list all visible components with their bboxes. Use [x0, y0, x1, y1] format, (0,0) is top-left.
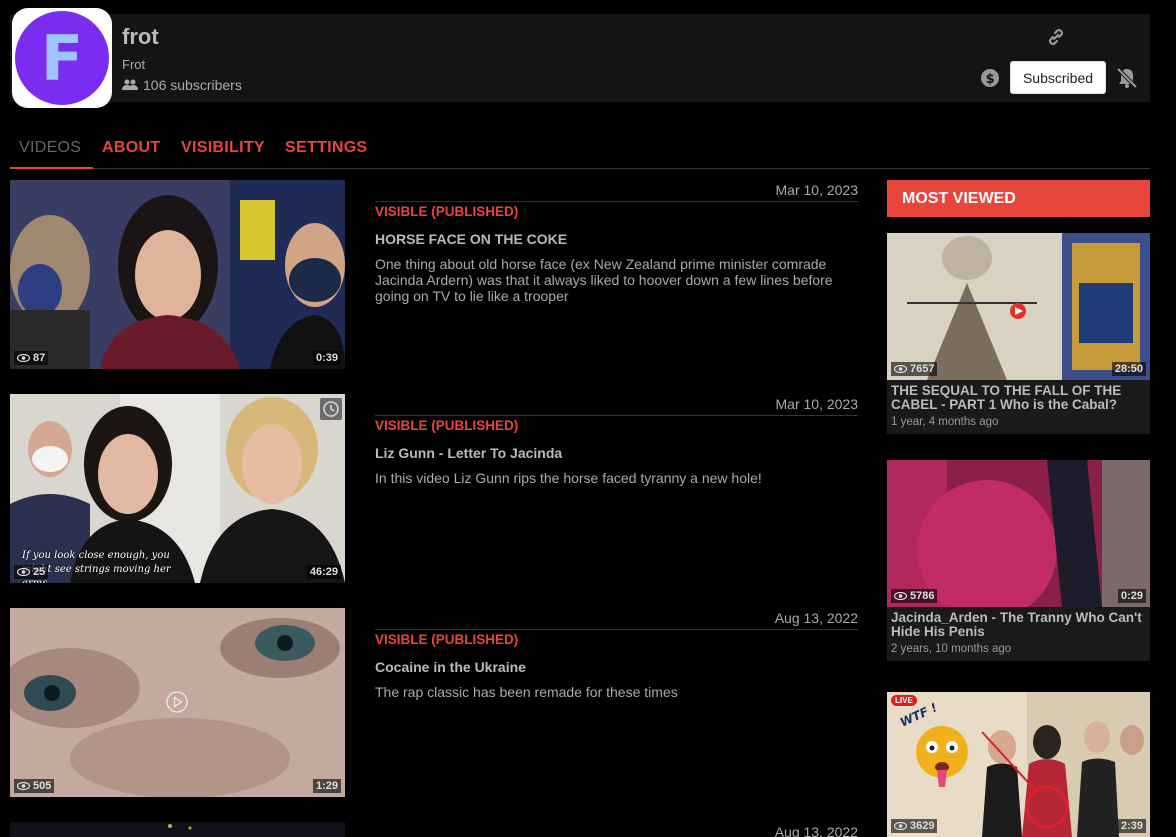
most-viewed-thumbnail[interactable]: 5786 0:29: [887, 460, 1150, 607]
divider: [375, 629, 858, 630]
most-viewed-title[interactable]: THE SEQUAL TO THE FALL OF THE CABEL - PA…: [887, 380, 1150, 412]
view-count-text: 3629: [910, 820, 935, 832]
view-count: 3629: [891, 819, 938, 833]
most-viewed-item[interactable]: 7657 28:50 THE SEQUAL TO THE FALL OF THE…: [887, 233, 1150, 434]
eye-icon: [17, 782, 30, 790]
visibility-status: VISIBLE (PUBLISHED): [375, 632, 519, 647]
video-title[interactable]: HORSE FACE ON THE COKE: [375, 231, 567, 247]
eye-icon: [894, 592, 907, 600]
play-icon[interactable]: [165, 690, 189, 714]
video-duration: 0:29: [1117, 589, 1146, 603]
view-count: 7657: [891, 362, 938, 376]
subscribe-button[interactable]: Subscribed: [1010, 61, 1106, 94]
video-row: 87 0:39 Mar 10, 2023 VISIBLE (PUBLISHED)…: [10, 180, 858, 370]
divider: [375, 415, 858, 416]
most-viewed-thumbnail[interactable]: LIVE WTF ! 3629 2:39: [887, 692, 1150, 837]
subscriber-count: 106 subscribers: [122, 77, 242, 93]
live-badge: LIVE: [891, 695, 917, 706]
most-viewed-title[interactable]: Jacinda_Arden - The Tranny Who Can't Hid…: [887, 607, 1150, 639]
visibility-status: VISIBLE (PUBLISHED): [375, 204, 519, 219]
video-thumbnail[interactable]: If you look close enough, you might see …: [10, 394, 345, 583]
video-description: The rap classic has been remade for thes…: [375, 684, 678, 700]
tab-visibility[interactable]: VISIBILITY: [181, 139, 265, 157]
most-viewed-item[interactable]: LIVE WTF ! 3629 2:39: [887, 692, 1150, 837]
link-icon[interactable]: [1046, 27, 1066, 47]
video-description: In this video Liz Gunn rips the horse fa…: [375, 470, 762, 486]
avatar-letter: F: [41, 22, 83, 95]
notifications-off-icon[interactable]: [1115, 66, 1139, 90]
visibility-status: VISIBLE (PUBLISHED): [375, 418, 519, 433]
video-description: One thing about old horse face (ex New Z…: [375, 256, 833, 304]
view-count-text: 505: [33, 780, 52, 792]
most-viewed-age: 1 year, 4 months ago: [891, 416, 999, 428]
view-count-text: 25: [33, 566, 46, 578]
tab-about[interactable]: ABOUT: [102, 139, 160, 157]
eye-icon: [894, 822, 907, 830]
view-count: 87: [14, 351, 49, 365]
eye-icon: [17, 354, 30, 362]
video-row: Aug 13, 2022: [10, 822, 858, 837]
view-count: 25: [14, 565, 49, 579]
subscriber-count-text: 106 subscribers: [143, 77, 242, 93]
channel-handle: Frot: [122, 57, 146, 72]
video-duration: 2:39: [1117, 819, 1146, 833]
view-count-text: 7657: [910, 363, 935, 375]
channel-avatar[interactable]: F: [12, 8, 112, 108]
view-count-text: 5786: [910, 590, 935, 602]
most-viewed-thumbnail[interactable]: 7657 28:50: [887, 233, 1150, 380]
tab-settings[interactable]: SETTINGS: [285, 139, 367, 157]
divider: [375, 201, 858, 202]
most-viewed-header: MOST VIEWED: [887, 180, 1150, 217]
most-viewed-item[interactable]: 5786 0:29 Jacinda_Arden - The Tranny Who…: [887, 460, 1150, 661]
video-thumbnail[interactable]: 505 1:29: [10, 608, 345, 797]
video-thumbnail[interactable]: 87 0:39: [10, 180, 345, 369]
video-date: Mar 10, 2023: [775, 396, 859, 412]
users-icon: [122, 79, 138, 90]
view-count: 5786: [891, 589, 938, 603]
video-date: Mar 10, 2023: [775, 182, 859, 198]
most-viewed-age: 2 years, 10 months ago: [891, 643, 1012, 655]
view-count: 505: [14, 779, 55, 793]
eye-icon: [17, 568, 30, 576]
donate-icon[interactable]: $: [980, 68, 1000, 88]
video-date: Aug 13, 2022: [774, 610, 858, 626]
video-duration: 1:29: [312, 779, 341, 793]
tab-videos[interactable]: VIDEOS: [19, 139, 81, 157]
video-row: If you look close enough, you might see …: [10, 394, 858, 584]
video-title[interactable]: Liz Gunn - Letter To Jacinda: [375, 445, 562, 461]
video-thumbnail[interactable]: [10, 822, 345, 837]
video-duration: 28:50: [1111, 362, 1146, 376]
channel-tabs: VIDEOS ABOUT VISIBILITY SETTINGS: [10, 130, 1150, 169]
active-tab-indicator: [10, 167, 93, 169]
video-title[interactable]: Cocaine in the Ukraine: [375, 659, 526, 675]
view-count-text: 87: [33, 352, 46, 364]
video-date: Aug 13, 2022: [774, 824, 858, 837]
video-duration: 0:39: [312, 351, 341, 365]
clock-icon[interactable]: [320, 398, 342, 420]
video-duration: 46:29: [306, 565, 341, 579]
eye-icon: [894, 365, 907, 373]
channel-name: frot: [122, 24, 159, 49]
video-row: 505 1:29 Aug 13, 2022 VISIBLE (PUBLISHED…: [10, 608, 858, 798]
svg-text:$: $: [985, 72, 994, 87]
